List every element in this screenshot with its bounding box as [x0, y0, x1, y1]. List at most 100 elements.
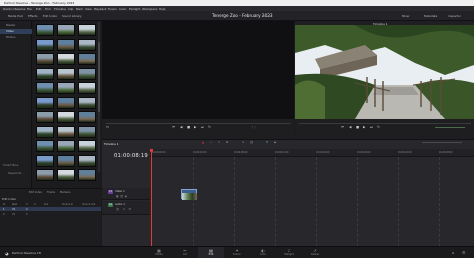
timeline-viewer[interactable]: Timeline 1: [295, 21, 474, 119]
media-thumbnail[interactable]: [36, 154, 54, 167]
media-pool-button[interactable]: Media Pool: [8, 14, 23, 18]
loop-icon[interactable]: ↻: [208, 125, 211, 129]
media-thumbnail[interactable]: [57, 111, 75, 123]
timeline-clip[interactable]: [181, 189, 197, 200]
media-thumbnail[interactable]: [36, 140, 54, 152]
menu-mark[interactable]: Mark: [76, 7, 83, 11]
media-thumbnail[interactable]: [78, 38, 96, 51]
selection-tool-icon[interactable]: ▲: [202, 141, 204, 144]
effects-button[interactable]: Effects: [28, 14, 38, 18]
playhead-handle[interactable]: [149, 149, 153, 152]
menu-davinci[interactable]: DaVinci Resolve: [3, 7, 25, 11]
timeline-ruler[interactable]: 01:00:00:00 01:00:04:00 01:00:08:00 01:0…: [150, 149, 474, 157]
media-thumbnail[interactable]: [36, 53, 54, 65]
menu-help[interactable]: Help: [159, 7, 165, 11]
zoom-dropdown[interactable]: Fit: [106, 126, 109, 129]
menu-color[interactable]: Color: [119, 7, 126, 11]
page-deliver[interactable]: ➚ Deliver: [302, 247, 328, 258]
page-edit[interactable]: ▤ Edit: [198, 247, 224, 258]
media-thumbnail[interactable]: [78, 24, 96, 36]
media-thumbnail[interactable]: [57, 53, 75, 65]
skip-back-icon[interactable]: ⏮: [341, 125, 344, 129]
media-thumbnail[interactable]: [57, 96, 75, 109]
media-thumbnail[interactable]: [36, 67, 54, 80]
media-thumbnail[interactable]: [78, 67, 96, 80]
link-icon[interactable]: ⛓: [250, 141, 253, 144]
timeline-scrubber[interactable]: [299, 123, 471, 124]
media-thumbnail[interactable]: [57, 169, 75, 181]
track-header-audio-1[interactable]: A1 Audio 1 ⛓ S M: [102, 201, 150, 215]
media-thumbnail[interactable]: [36, 82, 54, 94]
page-media[interactable]: ▦ Media: [146, 247, 172, 258]
page-fusion[interactable]: ✦ Fusion: [224, 247, 250, 258]
trim-tool-icon[interactable]: ⇿: [210, 141, 212, 144]
media-pool-scrollbar[interactable]: [98, 22, 100, 172]
keywords-label[interactable]: Keywords: [8, 171, 21, 175]
media-thumbnail[interactable]: [57, 67, 75, 80]
media-thumbnail[interactable]: [36, 169, 54, 181]
media-thumbnail[interactable]: [57, 24, 75, 36]
metadata-button[interactable]: Metadata: [424, 14, 437, 18]
blade-tool-icon[interactable]: ✂: [218, 141, 220, 144]
menu-view[interactable]: View: [85, 7, 92, 11]
menu-playback[interactable]: Playback: [94, 7, 106, 11]
media-thumbnail[interactable]: [57, 38, 75, 51]
track-controls-icon[interactable]: ▣⛓◉: [116, 195, 129, 198]
media-thumbnail[interactable]: [36, 38, 54, 51]
media-thumbnail[interactable]: [78, 140, 96, 152]
home-icon[interactable]: ⌂: [452, 250, 455, 255]
media-thumbnail[interactable]: [78, 53, 96, 65]
track-controls-icon[interactable]: ⛓ S M: [116, 208, 132, 211]
play-icon[interactable]: ▶: [363, 125, 365, 129]
bin-video[interactable]: Video: [0, 29, 32, 34]
timeline-tab[interactable]: Timeline 1: [104, 142, 119, 146]
skip-back-icon[interactable]: ⏮: [172, 125, 175, 129]
media-thumbnail[interactable]: [78, 82, 96, 94]
bin-master[interactable]: Master: [0, 23, 32, 28]
stop-icon[interactable]: ■: [187, 125, 190, 129]
menu-fairlight[interactable]: Fairlight: [129, 7, 140, 11]
tab-edit-index[interactable]: Edit Index: [29, 191, 42, 194]
menu-fusion[interactable]: Fusion: [108, 7, 117, 11]
media-thumbnail[interactable]: [78, 154, 96, 167]
edit-index-button[interactable]: Edit Index: [43, 14, 57, 18]
playhead[interactable]: [151, 149, 152, 247]
insert-clip-icon[interactable]: ⊞: [226, 141, 228, 144]
media-thumbnail[interactable]: [36, 111, 54, 123]
play-reverse-icon[interactable]: ◀: [349, 125, 351, 129]
snapping-icon[interactable]: ⋔: [242, 141, 244, 144]
menu-edit[interactable]: Edit: [36, 7, 41, 11]
media-thumbnail[interactable]: [57, 82, 75, 94]
tab-markers[interactable]: Markers: [60, 191, 70, 194]
media-thumbnail[interactable]: [36, 96, 54, 109]
menu-workspace[interactable]: Workspace: [142, 7, 157, 11]
bin-photos[interactable]: Photos: [0, 35, 32, 40]
settings-icon[interactable]: ⚙: [462, 250, 466, 255]
media-thumbnail[interactable]: [57, 125, 75, 138]
menu-clip[interactable]: Clip: [68, 7, 73, 11]
flag-icon[interactable]: ⚑: [266, 141, 268, 144]
marker-icon[interactable]: ◆: [274, 141, 276, 144]
menu-file[interactable]: File: [27, 7, 32, 11]
play-icon[interactable]: ▶: [194, 125, 196, 129]
stop-icon[interactable]: ■: [356, 125, 359, 129]
table-row[interactable]: 2 V1 C: [0, 212, 101, 216]
skip-forward-icon[interactable]: ⏭: [370, 125, 373, 129]
media-thumbnail[interactable]: [78, 169, 96, 181]
media-thumbnail[interactable]: [36, 24, 54, 36]
media-thumbnail[interactable]: [57, 154, 75, 167]
media-thumbnail[interactable]: [36, 125, 54, 138]
sound-library-button[interactable]: Sound Library: [62, 14, 81, 18]
menu-timeline[interactable]: Timeline: [54, 7, 66, 11]
timeline-zoom-slider[interactable]: [422, 142, 462, 143]
tab-tracks[interactable]: Tracks: [47, 191, 55, 194]
skip-forward-icon[interactable]: ⏭: [201, 125, 204, 129]
table-row[interactable]: 1 V1 C: [0, 207, 101, 211]
page-fairlight[interactable]: ♪ Fairlight: [276, 247, 302, 258]
inspector-button[interactable]: Inspector: [448, 14, 461, 18]
loop-icon[interactable]: ↻: [377, 125, 380, 129]
play-reverse-icon[interactable]: ◀: [180, 125, 182, 129]
track-header-video-1[interactable]: V1 Video 1 ▣⛓◉: [102, 188, 150, 200]
menu-trim[interactable]: Trim: [45, 7, 51, 11]
source-scrubber[interactable]: [106, 123, 291, 124]
